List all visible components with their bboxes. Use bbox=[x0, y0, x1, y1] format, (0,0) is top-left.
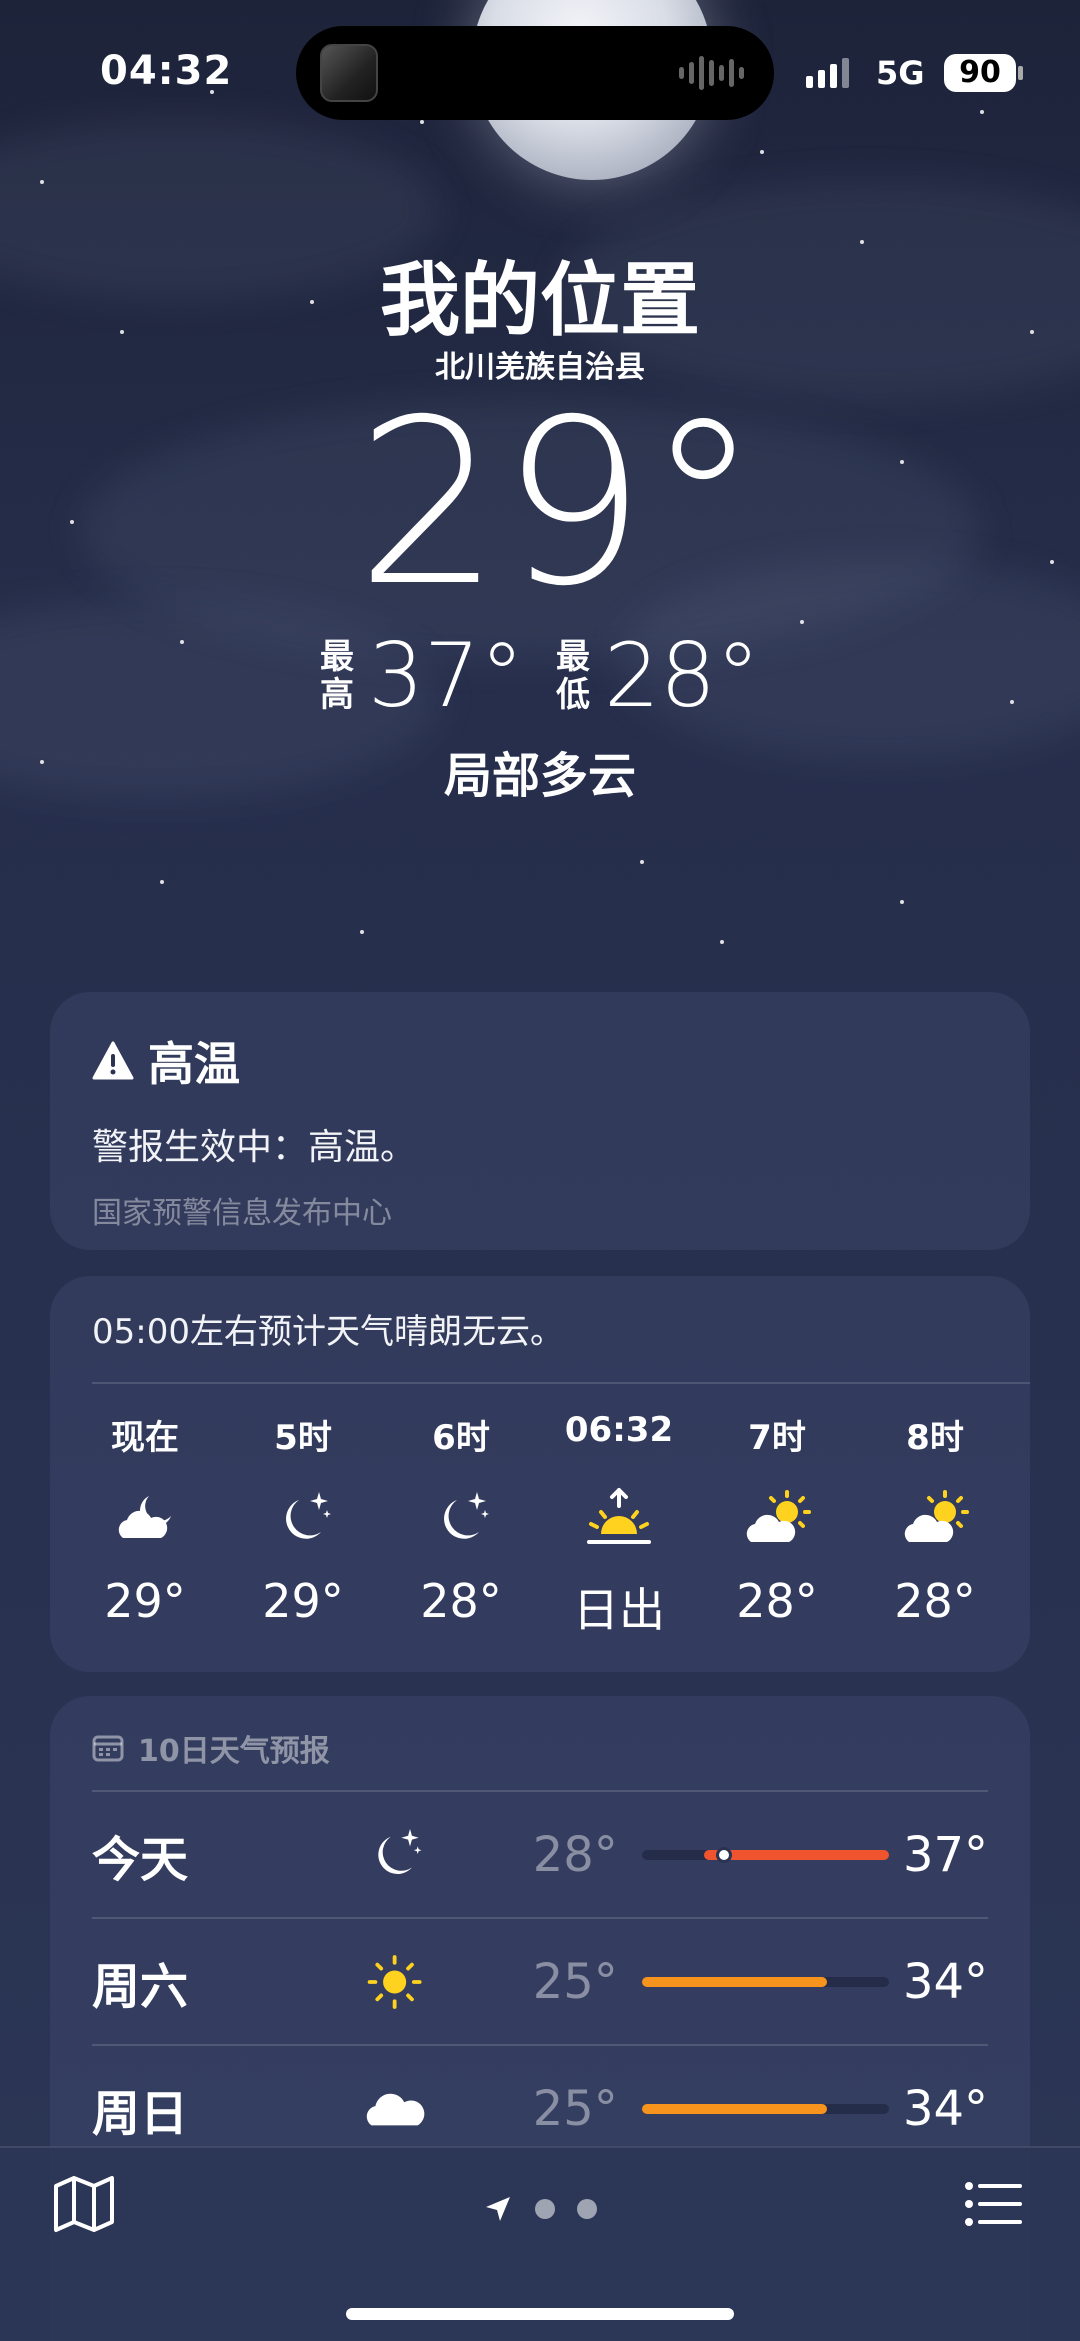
low-label: 最 低 bbox=[556, 638, 596, 714]
temperature-range-bar bbox=[641, 1846, 890, 1863]
hour-item: 现在 29° bbox=[70, 1410, 220, 1640]
page-indicator[interactable] bbox=[0, 2194, 1080, 2224]
alert-body: 警报生效中：高温。 bbox=[92, 1127, 417, 1168]
day-low-temp: 25° bbox=[532, 2080, 618, 2137]
hour-label: 8时 bbox=[906, 1418, 964, 1458]
hour-item: 8时 28° bbox=[860, 1410, 1010, 1640]
daily-row-today[interactable]: 今天 28° 37° bbox=[92, 1790, 988, 1917]
day-low-temp: 28° bbox=[532, 1826, 618, 1883]
high-label: 最 高 bbox=[320, 638, 360, 714]
day-name: 周日 bbox=[92, 2085, 189, 2142]
temperature-range-bar bbox=[641, 2103, 890, 2114]
moon-stars-icon bbox=[286, 1492, 331, 1539]
temperature-range-fill bbox=[641, 1976, 828, 1987]
list-icon[interactable] bbox=[964, 2180, 1024, 2228]
moon-stars-icon bbox=[444, 1492, 489, 1539]
day-name: 今天 bbox=[92, 1831, 189, 1888]
location-arrow-icon bbox=[486, 2197, 510, 2221]
low-value: 28° bbox=[604, 624, 760, 727]
home-indicator[interactable] bbox=[346, 2308, 734, 2320]
sun-cloud-icon bbox=[746, 1490, 811, 1542]
dynamic-island[interactable] bbox=[296, 26, 774, 120]
high-temperature: 最 高 37° bbox=[320, 630, 524, 722]
weather-alert-card[interactable]: 高温 警报生效中：高温。 国家预警信息发布中心 bbox=[50, 992, 1030, 1250]
hour-temp: 28° bbox=[736, 1574, 818, 1628]
sunrise-icon bbox=[587, 1488, 651, 1544]
ten-day-header: 10日天气预报 bbox=[92, 1726, 330, 1770]
hour-temp: 29° bbox=[104, 1574, 186, 1628]
divider bbox=[92, 1382, 1030, 1384]
hour-label: 06:32 bbox=[564, 1410, 674, 1450]
temperature-range-bar bbox=[641, 1976, 890, 1987]
page-dot bbox=[577, 2199, 597, 2219]
day-high-temp: 34° bbox=[902, 2080, 989, 2137]
battery-cap bbox=[1018, 66, 1023, 80]
temperature-range-fill bbox=[641, 2103, 828, 2114]
high-value: 37° bbox=[368, 624, 524, 727]
hour-temp: 28° bbox=[420, 1574, 502, 1628]
battery-indicator: 90 bbox=[944, 54, 1016, 92]
now-playing-app-icon bbox=[320, 44, 378, 102]
sun-cloud-icon bbox=[904, 1490, 969, 1542]
page-dot bbox=[535, 2199, 555, 2219]
sun-icon bbox=[367, 1954, 422, 2009]
hour-item: 5时 29° bbox=[228, 1410, 378, 1640]
alert-title: 高温 bbox=[148, 1037, 240, 1091]
high-low-temperatures: 最 高 37° 最 低 28° bbox=[0, 630, 1080, 722]
hour-temp: 28° bbox=[894, 1574, 976, 1628]
day-high-temp: 37° bbox=[902, 1826, 989, 1883]
current-temperature: 29° bbox=[355, 370, 761, 636]
alert-source: 国家预警信息发布中心 bbox=[92, 1196, 392, 1231]
hour-temp: 日出 bbox=[573, 1583, 665, 1637]
weather-condition: 局部多云 bbox=[443, 748, 636, 804]
hour-label: 6时 bbox=[432, 1418, 490, 1458]
location-title: 我的位置 bbox=[380, 254, 700, 347]
alert-header: 高温 bbox=[92, 1028, 988, 1094]
moon-stars-icon bbox=[377, 1828, 422, 1874]
hour-label: 7时 bbox=[748, 1418, 806, 1458]
hour-temp: 29° bbox=[262, 1574, 344, 1628]
cloud-icon bbox=[366, 2093, 424, 2125]
low-label-char-1: 最 bbox=[556, 637, 590, 677]
daily-row-saturday[interactable]: 周六 25° 34° bbox=[92, 1917, 988, 2044]
day-high-temp: 34° bbox=[902, 1953, 989, 2010]
day-name: 周六 bbox=[92, 1958, 189, 2015]
status-time: 04:32 bbox=[100, 48, 233, 94]
hour-item: 06:32 日出 bbox=[544, 1410, 694, 1640]
hourly-summary: 05:00左右预计天气晴朗无云。 bbox=[92, 1312, 564, 1352]
high-label-char-1: 最 bbox=[320, 637, 355, 677]
hour-item: 7时 28° bbox=[702, 1410, 852, 1640]
hour-item: 6时 28° bbox=[386, 1410, 536, 1640]
low-temperature: 最 低 28° bbox=[556, 630, 760, 722]
calendar-icon bbox=[92, 1735, 124, 1762]
day-low-temp: 25° bbox=[532, 1953, 618, 2010]
hourly-forecast-card[interactable]: 05:00左右预计天气晴朗无云。 现在 29° 5时 29° 6时 28° 06… bbox=[50, 1276, 1030, 1672]
hour-label: 现在 bbox=[111, 1418, 179, 1458]
current-temperature-dot bbox=[716, 1846, 733, 1863]
low-label-char-2: 低 bbox=[556, 675, 590, 715]
audio-waveform-icon bbox=[679, 56, 744, 90]
warning-triangle-icon bbox=[92, 1041, 134, 1080]
network-type: 5G bbox=[876, 54, 925, 92]
cellular-signal-icon bbox=[806, 58, 849, 88]
high-label-char-2: 高 bbox=[320, 675, 355, 715]
moon-cloud-icon bbox=[118, 1496, 171, 1538]
ten-day-title: 10日天气预报 bbox=[138, 1734, 330, 1769]
hourly-list[interactable]: 现在 29° 5时 29° 6时 28° 06:32 日出 7时 28° 8时 … bbox=[70, 1410, 1010, 1640]
hour-label: 5时 bbox=[274, 1418, 332, 1458]
